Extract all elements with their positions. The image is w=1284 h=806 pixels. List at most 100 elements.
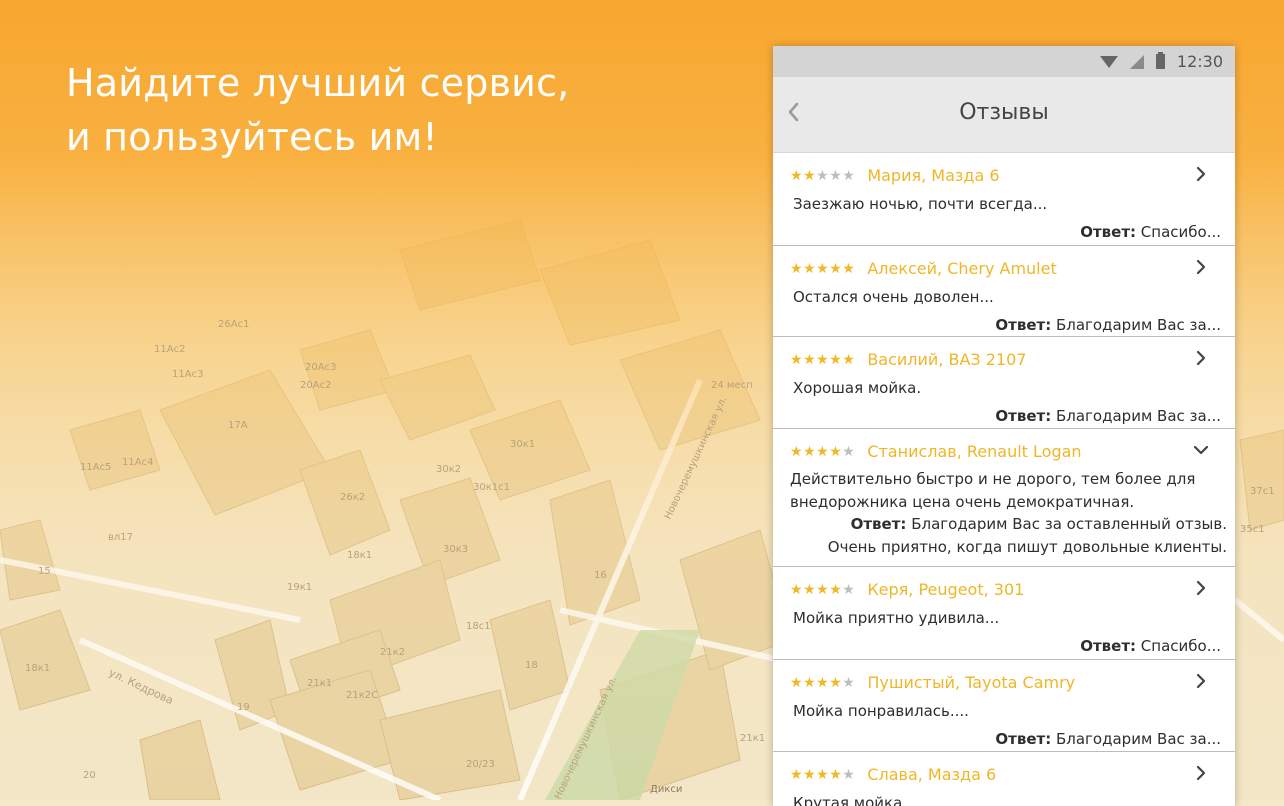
svg-text:26Ас1: 26Ас1 xyxy=(218,319,249,330)
chevron-right-icon[interactable] xyxy=(1193,765,1209,781)
review-text: Мойка приятно удивила... xyxy=(793,609,1000,627)
svg-text:20Ас2: 20Ас2 xyxy=(300,380,331,391)
rating-stars: ★★★★★ xyxy=(790,260,855,278)
chevron-right-icon[interactable] xyxy=(1193,166,1209,182)
review-item[interactable]: ★★★★★ Алексей, Chery Amulet Остался очень … xyxy=(773,246,1235,337)
svg-text:11Ас5: 11Ас5 xyxy=(80,462,111,473)
chevron-right-icon[interactable] xyxy=(1193,580,1209,596)
rating-stars: ★★★★★ xyxy=(790,167,855,185)
svg-text:11Ас3: 11Ас3 xyxy=(172,369,203,380)
review-answer: Ответ: Спасибо... xyxy=(1080,637,1221,655)
star-filled-icon: ★ xyxy=(829,581,843,598)
answer-text: Спасибо... xyxy=(1140,223,1221,241)
star-filled-icon: ★ xyxy=(829,443,843,460)
review-header: ★★★★★ Станислав, Renault Logan xyxy=(790,442,1082,461)
answer-label: Ответ: xyxy=(995,730,1052,748)
star-filled-icon: ★ xyxy=(803,260,817,277)
svg-text:вл17: вл17 xyxy=(108,532,133,543)
rating-stars: ★★★★★ xyxy=(790,581,855,599)
review-author: Василий, ВАЗ 2107 xyxy=(867,350,1027,369)
phone-frame: 12:30 Отзывы ★★★★★ Мария, Мазда 6 Заезжаю … xyxy=(773,46,1235,806)
star-filled-icon: ★ xyxy=(829,260,843,277)
svg-text:37с1: 37с1 xyxy=(1250,486,1275,497)
svg-text:30к3: 30к3 xyxy=(443,544,468,555)
svg-text:11Ас2: 11Ас2 xyxy=(154,344,185,355)
svg-text:18: 18 xyxy=(525,660,538,671)
svg-text:17А: 17А xyxy=(228,420,248,431)
review-item[interactable]: ★★★★★ Слава, Мазда 6 Крутая мойка... xyxy=(773,752,1235,806)
svg-text:35с1: 35с1 xyxy=(1240,524,1265,535)
svg-text:18к1: 18к1 xyxy=(25,663,50,674)
review-author: Слава, Мазда 6 xyxy=(867,765,997,784)
svg-text:21к2С: 21к2С xyxy=(346,690,378,701)
star-filled-icon: ★ xyxy=(803,167,817,184)
svg-text:19: 19 xyxy=(237,702,250,713)
chevron-right-icon[interactable] xyxy=(1193,350,1209,366)
star-filled-icon: ★ xyxy=(803,581,817,598)
review-author: Алексей, Chery Amulet xyxy=(867,259,1057,278)
reviews-list: ★★★★★ Мария, Мазда 6 Заезжаю ночью, почти … xyxy=(773,153,1235,806)
review-text: Крутая мойка... xyxy=(793,794,917,806)
review-item[interactable]: ★★★★★ Станислав, Renault Logan Действитель… xyxy=(773,429,1235,567)
star-filled-icon: ★ xyxy=(829,766,843,783)
review-header: ★★★★★ Слава, Мазда 6 xyxy=(790,765,996,784)
star-filled-icon: ★ xyxy=(816,581,830,598)
headline-line-2: и пользуйтесь им! xyxy=(66,115,438,159)
svg-text:30к1с1: 30к1с1 xyxy=(473,482,510,493)
svg-text:15: 15 xyxy=(38,566,51,577)
status-bar: 12:30 xyxy=(773,46,1235,77)
star-filled-icon: ★ xyxy=(790,167,804,184)
answer-label: Ответ: xyxy=(1080,637,1137,655)
promo-headline: Найдите лучший сервис, и пользуйтесь им! xyxy=(66,56,569,164)
answer-label: Ответ: xyxy=(850,515,907,533)
chevron-right-icon[interactable] xyxy=(1193,673,1209,689)
star-empty-icon: ★ xyxy=(842,443,856,460)
review-text: Мойка понравилась.... xyxy=(793,702,969,720)
answer-label: Ответ: xyxy=(995,407,1052,425)
status-time: 12:30 xyxy=(1176,52,1223,71)
review-answer: Ответ: Спасибо... xyxy=(1080,223,1221,241)
star-filled-icon: ★ xyxy=(790,260,804,277)
svg-text:20: 20 xyxy=(83,770,96,781)
rating-stars: ★★★★★ xyxy=(790,674,855,692)
review-text: Хорошая мойка. xyxy=(793,379,922,397)
star-empty-icon: ★ xyxy=(842,167,856,184)
review-header: ★★★★★ Керя, Peugeot, 301 xyxy=(790,580,1024,599)
svg-text:20Ас3: 20Ас3 xyxy=(305,362,336,373)
star-filled-icon: ★ xyxy=(816,260,830,277)
headline-line-1: Найдите лучший сервис, xyxy=(66,61,570,105)
star-filled-icon: ★ xyxy=(790,674,804,691)
review-item[interactable]: ★★★★★ Пушистый, Tayota Camry Мойка понрави… xyxy=(773,660,1235,752)
svg-text:20/23: 20/23 xyxy=(466,759,495,770)
star-filled-icon: ★ xyxy=(842,351,856,368)
review-answer: Ответ: Благодарим Вас за... xyxy=(995,730,1221,748)
star-filled-icon: ★ xyxy=(790,581,804,598)
svg-text:Дикси: Дикси xyxy=(650,784,682,795)
star-filled-icon: ★ xyxy=(842,260,856,277)
star-filled-icon: ★ xyxy=(790,766,804,783)
star-filled-icon: ★ xyxy=(803,351,817,368)
review-text: Остался очень доволен... xyxy=(793,288,994,306)
star-filled-icon: ★ xyxy=(803,443,817,460)
review-item[interactable]: ★★★★★ Мария, Мазда 6 Заезжаю ночью, почти … xyxy=(773,153,1235,246)
star-filled-icon: ★ xyxy=(803,766,817,783)
signal-icon xyxy=(1129,54,1144,69)
answer-text: Благодарим Вас за... xyxy=(1055,730,1221,748)
rating-stars: ★★★★★ xyxy=(790,766,855,784)
svg-text:21к2: 21к2 xyxy=(380,647,405,658)
star-empty-icon: ★ xyxy=(842,674,856,691)
review-item[interactable]: ★★★★★ Василий, ВАЗ 2107 Хорошая мойка. Отве… xyxy=(773,337,1235,429)
review-answer: Ответ: Благодарим Вас за... xyxy=(995,316,1221,334)
star-filled-icon: ★ xyxy=(790,351,804,368)
star-filled-icon: ★ xyxy=(816,351,830,368)
wifi-icon xyxy=(1099,55,1118,68)
star-filled-icon: ★ xyxy=(829,674,843,691)
chevron-down-icon[interactable] xyxy=(1193,442,1209,458)
answer-label: Ответ: xyxy=(995,316,1052,334)
chevron-right-icon[interactable] xyxy=(1193,259,1209,275)
review-item[interactable]: ★★★★★ Керя, Peugeot, 301 Мойка приятно уди… xyxy=(773,567,1235,660)
svg-text:30к1: 30к1 xyxy=(510,439,535,450)
review-answer: Ответ: Благодарим Вас за... xyxy=(995,407,1221,425)
svg-text:26к2: 26к2 xyxy=(340,492,365,503)
review-text: Заезжаю ночью, почти всегда... xyxy=(793,195,1048,213)
